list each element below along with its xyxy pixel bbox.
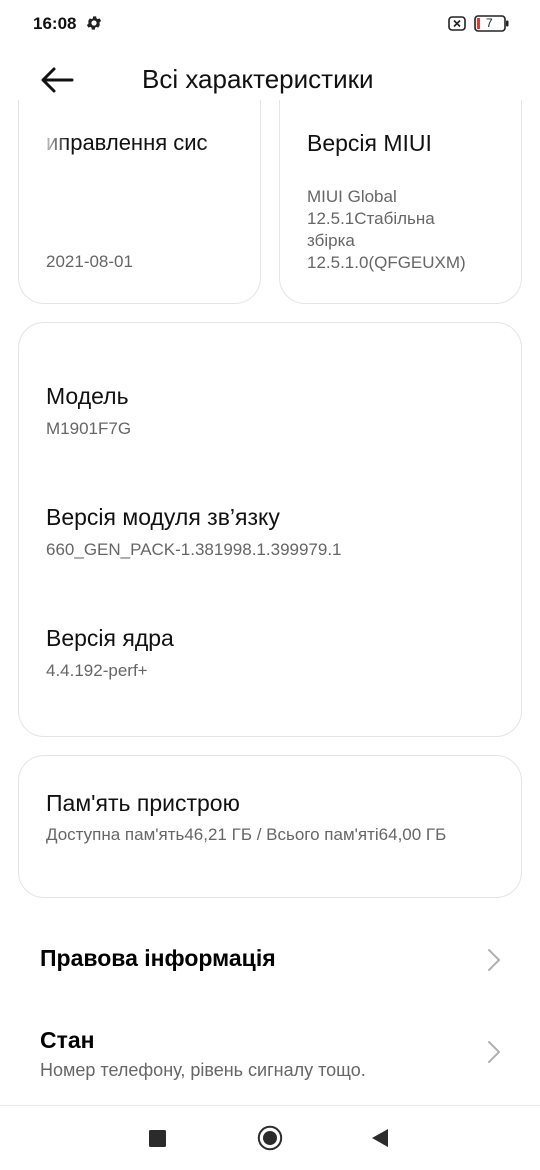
recents-square-icon[interactable]: [149, 1130, 166, 1147]
card-title: Версія MIUI: [307, 130, 432, 156]
kernel-value: 4.4.192-perf+: [46, 661, 148, 680]
baseband-value: 660_GEN_PACK-1.381998.1.399979.1: [46, 540, 342, 559]
card-value: MIUI Global 12.5.1Стабільна збірка 12.5.…: [307, 186, 466, 274]
back-triangle-icon[interactable]: [371, 1128, 389, 1148]
value-line: 12.5.1.0(QFGEUXM): [307, 253, 466, 272]
battery-level: 7: [486, 16, 493, 30]
battery-icon: 7: [474, 15, 510, 32]
storage-card[interactable]: Пам'ять пристрою Доступна пам'ять46,21 Г…: [18, 755, 522, 898]
value-line: MIUI Global: [307, 187, 397, 206]
sim-error-icon: [448, 16, 466, 31]
page-title: Всі характеристики: [142, 64, 374, 94]
storage-label: Пам'ять пристрою: [46, 790, 240, 816]
legal-info-title: Правова інформація: [40, 945, 276, 971]
security-patch-card[interactable]: иправлення сис 2021-08-01: [18, 100, 261, 304]
model-label: Модель: [46, 383, 129, 409]
miui-version-card[interactable]: Версія MIUI MIUI Global 12.5.1Стабільна …: [279, 100, 522, 304]
status-bar: 16:08 7: [0, 0, 540, 50]
chevron-right-icon: [488, 949, 500, 971]
home-circle-icon[interactable]: [257, 1125, 283, 1151]
gear-icon: [86, 16, 102, 30]
navigation-bar: [0, 1105, 540, 1170]
arrow-left-icon[interactable]: [38, 62, 78, 98]
baseband-label: Версія модуля зв’язку: [46, 504, 280, 530]
storage-value: Доступна пам'ять46,21 ГБ / Всього пам'ят…: [46, 825, 447, 844]
status-title: Стан: [40, 1027, 95, 1053]
device-info-card: Модель M1901F7G Версія модуля зв’язку 66…: [18, 322, 522, 737]
kernel-label: Версія ядра: [46, 625, 174, 651]
legal-info-row[interactable]: Правова інформація: [0, 930, 540, 990]
value-line: 12.5.1Стабільна: [307, 209, 435, 228]
status-row[interactable]: Стан Номер телефону, рівень сигналу тощо…: [0, 1012, 540, 1098]
status-time: 16:08: [33, 14, 77, 33]
status-subtitle: Номер телефону, рівень сигналу тощо.: [40, 1060, 366, 1080]
card-title: иправлення сис: [46, 130, 208, 155]
card-value: 2021-08-01: [46, 252, 133, 271]
model-value: M1901F7G: [46, 419, 132, 438]
chevron-right-icon: [488, 1041, 500, 1063]
value-line: збірка: [307, 231, 355, 250]
